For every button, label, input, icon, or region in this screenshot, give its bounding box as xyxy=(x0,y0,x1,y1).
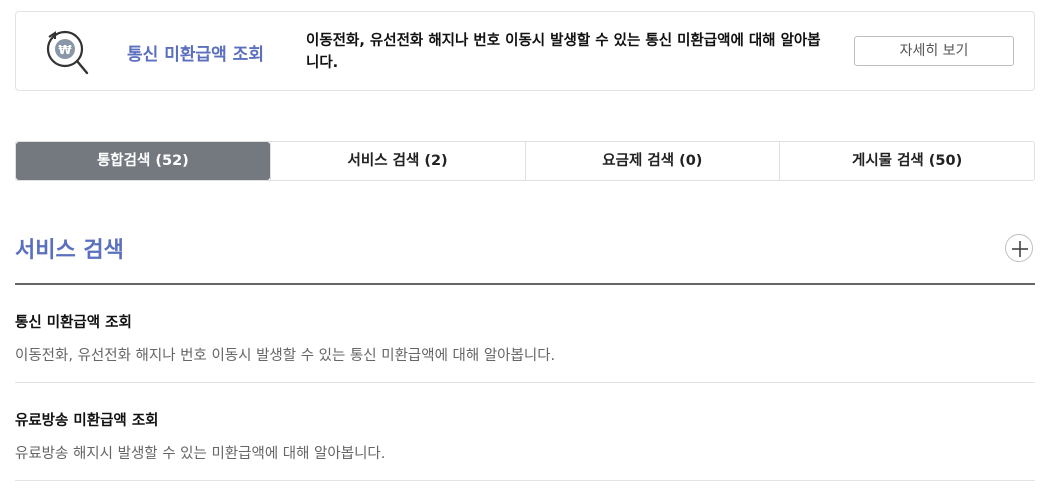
svg-text:₩: ₩ xyxy=(58,43,72,57)
plus-icon xyxy=(1012,241,1028,257)
featured-service-banner: ₩ 통신 미환급액 조회 이동전화, 유선전화 해지나 번호 이동시 발생할 수… xyxy=(15,11,1035,91)
section-title: 서비스 검색 xyxy=(15,238,124,263)
tab-services[interactable]: 서비스 검색 (2) xyxy=(269,142,525,180)
result-title[interactable]: 통신 미환급액 조회 xyxy=(15,311,132,332)
result-title[interactable]: 유료방송 미환급액 조회 xyxy=(15,409,159,430)
search-tabs: 통합검색 (52) 서비스 검색 (2) 요금제 검색 (0) 게시물 검색 (… xyxy=(15,141,1035,181)
result-description: 유료방송 해지시 발생할 수 있는 미환급액에 대해 알아봅니다. xyxy=(15,446,386,462)
search-results-page: ₩ 통신 미환급액 조회 이동전화, 유선전화 해지나 번호 이동시 발생할 수… xyxy=(0,0,1045,490)
tab-posts[interactable]: 게시물 검색 (50) xyxy=(779,142,1034,180)
list-item[interactable]: 통신 미환급액 조회 이동전화, 유선전화 해지나 번호 이동시 발생할 수 있… xyxy=(15,285,1035,383)
won-magnifier-icon: ₩ xyxy=(41,27,93,79)
expand-section-button[interactable] xyxy=(1005,234,1033,262)
list-item[interactable]: 유료방송 미환급액 조회 유료방송 해지시 발생할 수 있는 미환급액에 대해 … xyxy=(15,383,1035,481)
view-details-button[interactable]: 자세히 보기 xyxy=(854,36,1014,66)
tab-plans[interactable]: 요금제 검색 (0) xyxy=(524,142,780,180)
banner-description: 이동전화, 유선전화 해지나 번호 이동시 발생할 수 있는 통신 미환급액에 … xyxy=(306,33,821,71)
result-description: 이동전화, 유선전화 해지나 번호 이동시 발생할 수 있는 통신 미환급액에 … xyxy=(15,348,556,364)
banner-title: 통신 미환급액 조회 xyxy=(127,45,264,65)
tab-all[interactable]: 통합검색 (52) xyxy=(16,142,270,180)
